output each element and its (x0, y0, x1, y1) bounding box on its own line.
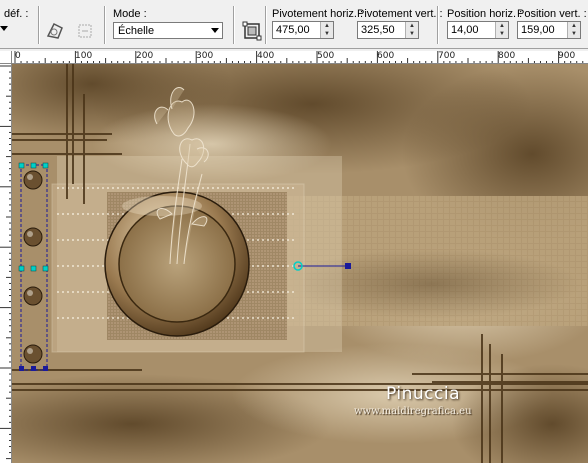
pivot-v-field[interactable]: 325,50 ▲ ▼ (357, 21, 419, 39)
horizontal-ruler[interactable]: 0 100 200 300 400 500 600 700 800 900 (12, 51, 588, 64)
ruler-label: 900 (558, 51, 576, 61)
pos-v-label: Position vert. : (517, 8, 587, 20)
toolbar-separator (233, 6, 235, 44)
toolbar-separator (437, 6, 439, 44)
pos-v-stepper[interactable]: ▲ ▼ (567, 22, 580, 38)
toolbar-separator (104, 6, 106, 44)
pos-h-stepper[interactable]: ▲ ▼ (495, 22, 508, 38)
reset-transform-icon[interactable] (74, 20, 96, 42)
artwork (12, 64, 588, 463)
watermark-url: www.maidiregrafica.eu (354, 406, 472, 417)
chevron-down-icon[interactable] (0, 26, 8, 31)
ruler-label: 0 (15, 51, 21, 61)
chevron-down-icon[interactable]: ▼ (568, 30, 580, 38)
pivot-v-value: 325,50 (361, 24, 395, 36)
ruler-label: 300 (196, 51, 214, 61)
chevron-up-icon[interactable]: ▲ (406, 22, 418, 30)
pivot-h-value: 475,00 (276, 24, 310, 36)
pivot-h-field[interactable]: 475,00 ▲ ▼ (272, 21, 334, 39)
vertical-ruler[interactable] (0, 64, 12, 463)
chevron-up-icon[interactable]: ▲ (321, 22, 333, 30)
pos-h-value: 14,00 (451, 24, 479, 36)
ruler-label: 100 (75, 51, 93, 61)
toolbar: déf. : Mode : Échelle Pivotement horiz. … (0, 0, 588, 49)
ruler-label: 600 (377, 51, 395, 61)
chevron-down-icon[interactable]: ▼ (321, 30, 333, 38)
watermark-name: Pinuccia (386, 384, 460, 404)
pivot-h-stepper[interactable]: ▲ ▼ (320, 22, 333, 38)
ruler-label: 500 (317, 51, 335, 61)
chevron-down-icon[interactable]: ▼ (496, 30, 508, 38)
def-label: déf. : (4, 8, 29, 20)
ruler-label: 700 (438, 51, 456, 61)
ruler-corner (0, 51, 12, 64)
chevron-up-icon[interactable]: ▲ (568, 22, 580, 30)
pos-h-label: Position horiz. : (447, 8, 523, 20)
ruler-label: 800 (498, 51, 516, 61)
chevron-up-icon[interactable]: ▲ (496, 22, 508, 30)
pivot-v-stepper[interactable]: ▲ ▼ (405, 22, 418, 38)
mode-select[interactable]: Échelle (113, 22, 223, 39)
pivot-v-label: Pivotement vert. : (357, 8, 443, 20)
mode-label: Mode : (113, 8, 147, 20)
mode-value: Échelle (118, 25, 155, 37)
chevron-down-icon[interactable]: ▼ (406, 30, 418, 38)
pivot-h-label: Pivotement horiz. : (272, 8, 364, 20)
pos-v-value: 159,00 (521, 24, 555, 36)
ruler-ticks (0, 65, 11, 460)
pos-v-field[interactable]: 159,00 ▲ ▼ (517, 21, 581, 39)
ruler-label: 400 (257, 51, 275, 61)
image-canvas[interactable]: Pinuccia www.maidiregrafica.eu (12, 64, 588, 463)
deform-tool-icon[interactable] (44, 20, 66, 42)
toolbar-separator (38, 6, 40, 44)
toolbar-separator (265, 6, 267, 44)
pos-h-field[interactable]: 14,00 ▲ ▼ (447, 21, 509, 39)
chevron-down-icon (211, 28, 219, 33)
ruler-label: 200 (136, 51, 154, 61)
perspective-icon[interactable] (241, 20, 263, 42)
